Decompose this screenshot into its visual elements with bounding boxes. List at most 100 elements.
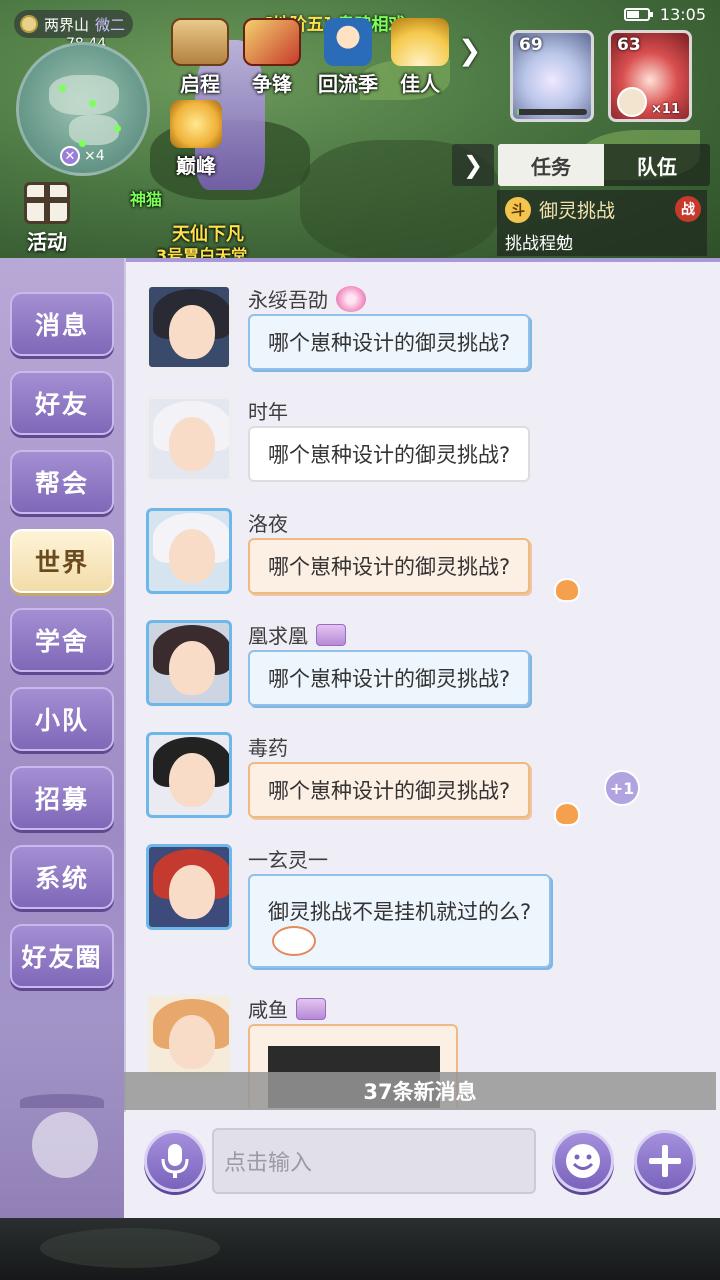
sidebar-item-friends[interactable]: 好友	[10, 371, 114, 435]
tab-task[interactable]: 任务	[498, 144, 604, 186]
minimap-marker	[89, 100, 96, 107]
scene-shadow	[40, 1228, 220, 1268]
scroll-icon	[171, 18, 229, 66]
pagoda-roof	[20, 1094, 104, 1108]
location-extra: 微二	[95, 15, 126, 34]
pet-name: 神猫	[130, 190, 163, 209]
minimap-land	[69, 115, 119, 145]
smiley-icon	[566, 1144, 600, 1178]
member-hp-bar	[517, 109, 587, 115]
chat-message: 永绥吾劭 哪个崽种设计的御灵挑战?	[146, 284, 706, 384]
menu-jiaren[interactable]: 佳人	[382, 18, 458, 96]
chat-message: 凰求凰 哪个崽种设计的御灵挑战?	[146, 620, 706, 720]
sidebar-item-team[interactable]: 小队	[10, 687, 114, 751]
chevron-right-icon[interactable]: ❯	[458, 34, 481, 67]
voice-button[interactable]	[144, 1130, 206, 1192]
location-bar[interactable]: 两界山 微二	[14, 10, 134, 38]
sidebar-item-guild[interactable]: 帮会	[10, 450, 114, 514]
pet-count: ×11	[651, 102, 680, 117]
menu-label: 回流季	[318, 72, 378, 96]
sender-name[interactable]: 时年	[248, 396, 288, 425]
plus-one-badge[interactable]: +1	[604, 770, 640, 806]
menu-qicheng[interactable]: 启程	[162, 18, 238, 96]
sender-name[interactable]: 一玄灵一	[248, 844, 328, 873]
party-member-2[interactable]: 63 ×11	[608, 30, 692, 122]
pagoda-decoration	[0, 1018, 124, 1218]
microphone-icon	[161, 1144, 189, 1178]
flower-icon	[336, 285, 366, 312]
task-badge: 斗	[505, 196, 531, 223]
avatar[interactable]	[146, 844, 232, 930]
clock: 13:05	[659, 4, 706, 24]
avatar[interactable]	[146, 994, 232, 1080]
task-tabs: ❯ 任务 队伍	[452, 144, 710, 186]
message-bubble[interactable]: 哪个崽种设计的御灵挑战?	[248, 762, 531, 818]
sidebar-item-messages[interactable]: 消息	[10, 292, 114, 356]
chat-message: 时年 哪个崽种设计的御灵挑战?	[146, 396, 706, 496]
message-bubble[interactable]: 哪个崽种设计的御灵挑战?	[248, 538, 531, 594]
bottom-scene-strip	[0, 1218, 720, 1280]
collapse-arrow-icon[interactable]: ❯	[452, 144, 494, 186]
location-name: 两界山	[44, 15, 90, 34]
emoji-sticker-icon	[272, 926, 316, 956]
minimap-badge[interactable]: ✕ ×4	[60, 146, 105, 166]
fan-icon	[391, 18, 449, 66]
chat-message: 毒药 哪个崽种设计的御灵挑战? +1	[146, 732, 706, 832]
sender-name-text: 凰求凰	[248, 624, 308, 648]
party-member-1[interactable]: 69	[510, 30, 594, 122]
sender-name[interactable]: 毒药	[248, 732, 288, 761]
chat-input[interactable]: 点击输入	[212, 1128, 536, 1194]
sidebar-item-world[interactable]: 世界	[10, 529, 114, 593]
sidebar-item-system[interactable]: 系统	[10, 845, 114, 909]
menu-huiliuji[interactable]: 回流季	[310, 18, 386, 96]
menu-zhengfeng[interactable]: 争锋	[234, 18, 310, 96]
emoji-button[interactable]	[552, 1130, 614, 1192]
sender-name[interactable]: 咸鱼	[248, 994, 326, 1023]
battery-icon	[623, 7, 653, 21]
task-panel[interactable]: 斗 御灵挑战 战 挑战程勉	[497, 190, 707, 256]
message-list[interactable]: 永绥吾劭 哪个崽种设计的御灵挑战? 时年 哪个崽种设计的御灵挑战? 洛夜 哪个崽…	[126, 258, 718, 1108]
compass-icon	[20, 15, 38, 33]
minimap-land	[49, 75, 119, 115]
game-scene[interactable]: 两界山 微二 78,44 ✕ ×4 活动 [地阶五] 鬼魂相戏 启程 争锋 回流…	[0, 0, 720, 262]
avatar-face	[169, 865, 215, 919]
minimap-badge-count: ×4	[84, 148, 105, 164]
pet-avatar	[617, 87, 647, 117]
fox-sticker-icon	[554, 802, 580, 826]
gift-icon	[24, 182, 70, 224]
menu-label: 佳人	[400, 72, 440, 96]
sidebar-item-moments[interactable]: 好友圈	[10, 924, 114, 988]
sender-name-text: 毒药	[248, 736, 288, 760]
message-bubble[interactable]: 哪个崽种设计的御灵挑战?	[248, 314, 531, 370]
sender-name[interactable]: 永绥吾劭	[248, 284, 366, 313]
menu-label: 巅峰	[176, 154, 216, 178]
message-bubble[interactable]: 哪个崽种设计的御灵挑战?	[248, 650, 531, 706]
tab-team[interactable]: 队伍	[604, 144, 710, 186]
activity-button[interactable]: 活动	[16, 182, 78, 254]
image-badge-icon	[316, 623, 346, 646]
avatar[interactable]	[146, 508, 232, 594]
avatar[interactable]	[146, 396, 232, 482]
sidebar-item-school[interactable]: 学舍	[10, 608, 114, 672]
message-bubble[interactable]: 哪个崽种设计的御灵挑战?	[248, 426, 531, 482]
sidebar-item-recruit[interactable]: 招募	[10, 766, 114, 830]
sender-name[interactable]: 洛夜	[248, 508, 288, 537]
moon-decoration	[32, 1112, 98, 1178]
plus-icon	[649, 1145, 681, 1177]
avatar[interactable]	[146, 620, 232, 706]
avatar-face	[169, 641, 215, 695]
menu-dianfeng[interactable]: 巅峰	[158, 100, 234, 178]
add-button[interactable]	[634, 1130, 696, 1192]
peak-icon	[170, 100, 222, 148]
sender-name[interactable]: 凰求凰	[248, 620, 346, 649]
sender-name-text: 时年	[248, 400, 288, 424]
task-desc: 挑战程勉	[505, 234, 573, 254]
chat-sidebar: 消息 好友 帮会 世界 学舍 小队 招募 系统 好友圈	[0, 258, 124, 1218]
avatar[interactable]	[146, 284, 232, 370]
avatar[interactable]	[146, 732, 232, 818]
minimap-marker	[114, 125, 121, 132]
sender-name-text: 洛夜	[248, 512, 288, 536]
chat-message: 一玄灵一 御灵挑战不是挂机就过的么?	[146, 844, 706, 976]
chat-message: 洛夜 哪个崽种设计的御灵挑战?	[146, 508, 706, 608]
new-messages-bar[interactable]: 37条新消息	[124, 1072, 716, 1110]
